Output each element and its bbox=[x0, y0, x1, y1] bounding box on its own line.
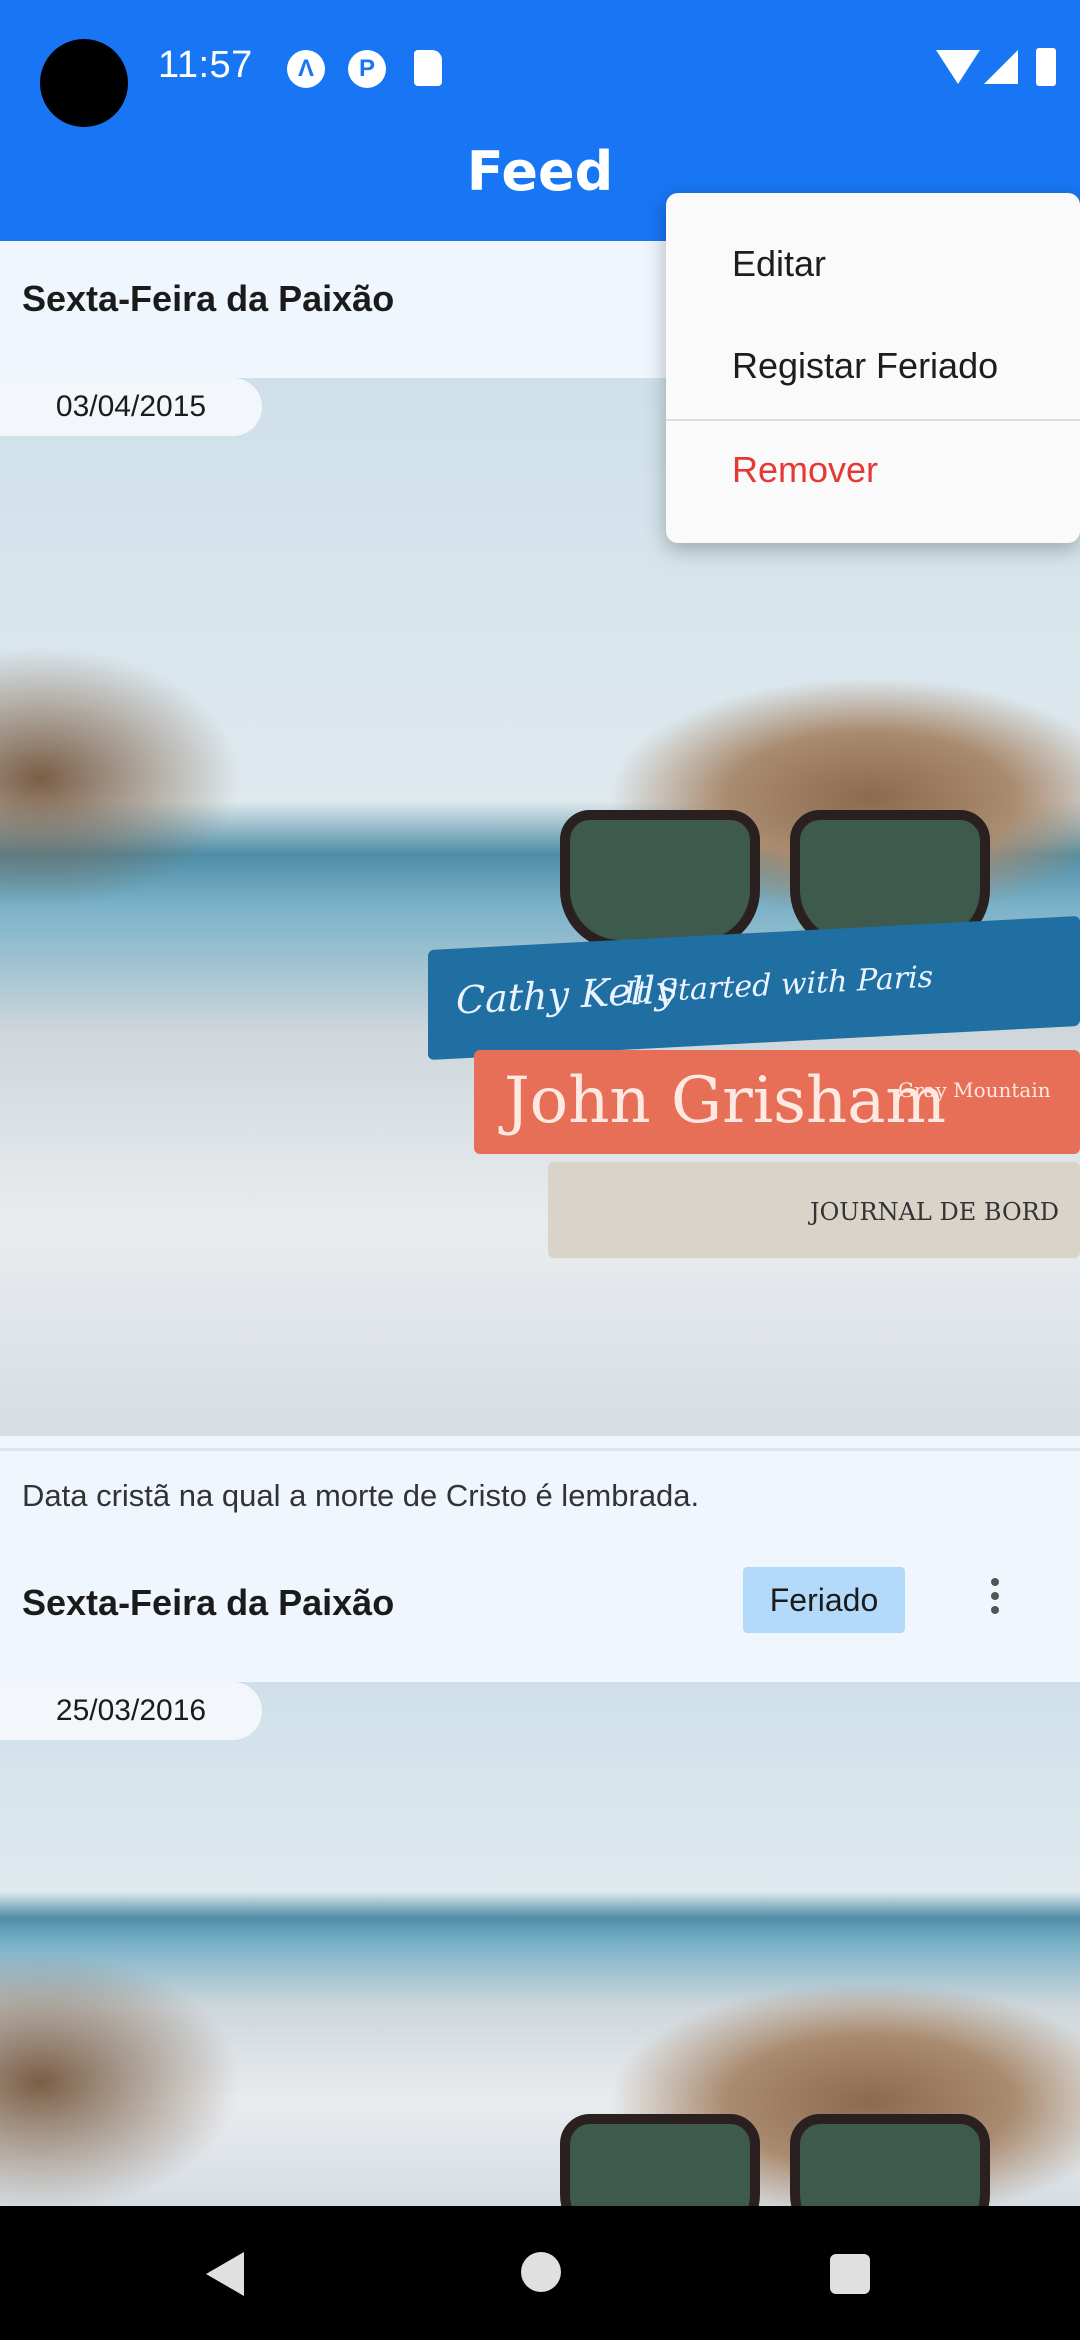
sd-card-icon bbox=[414, 50, 442, 86]
more-options-icon[interactable] bbox=[980, 1574, 1010, 1624]
p-logo-icon: P bbox=[348, 50, 386, 88]
signal-icon bbox=[984, 50, 1018, 84]
a-logo-icon: Λ bbox=[287, 50, 325, 88]
book-title: Gray Mountain bbox=[898, 1078, 1051, 1102]
book-gray: JOURNAL DE BORD bbox=[548, 1162, 1080, 1258]
book-title: JOURNAL DE BORD bbox=[810, 1198, 1059, 1226]
menu-item-register-holiday[interactable]: Registar Feriado bbox=[732, 345, 998, 387]
menu-divider bbox=[666, 419, 1080, 421]
wifi-icon bbox=[936, 50, 980, 84]
camera-cutout bbox=[40, 39, 128, 127]
date-badge: 25/03/2016 bbox=[0, 1682, 262, 1740]
book-blue: Cathy Kelly It Started with Paris bbox=[428, 915, 1080, 1061]
battery-icon bbox=[1036, 48, 1056, 86]
divider bbox=[0, 1448, 1080, 1451]
date-badge: 03/04/2015 bbox=[0, 378, 262, 436]
context-menu: Editar Registar Feriado Remover bbox=[666, 193, 1080, 543]
card-title: Sexta-Feira da Paixão bbox=[22, 278, 395, 319]
card-description: Data cristã na qual a morte de Cristo é … bbox=[22, 1478, 700, 1513]
status-time: 11:57 bbox=[158, 44, 253, 86]
home-icon[interactable] bbox=[521, 2252, 561, 2292]
navigation-bar bbox=[0, 2206, 1080, 2340]
book-author: John Grisham bbox=[504, 1064, 947, 1138]
menu-item-edit[interactable]: Editar bbox=[732, 243, 826, 285]
recents-icon[interactable] bbox=[830, 2254, 870, 2294]
menu-item-remove[interactable]: Remover bbox=[732, 449, 878, 491]
book-orange: John Grisham Gray Mountain bbox=[474, 1050, 1080, 1154]
back-icon[interactable] bbox=[206, 2252, 244, 2296]
card-title: Sexta-Feira da Paixão bbox=[22, 1582, 395, 1623]
category-tag: Feriado bbox=[743, 1567, 905, 1633]
card-image: 25/03/2016 bbox=[0, 1682, 1080, 2206]
